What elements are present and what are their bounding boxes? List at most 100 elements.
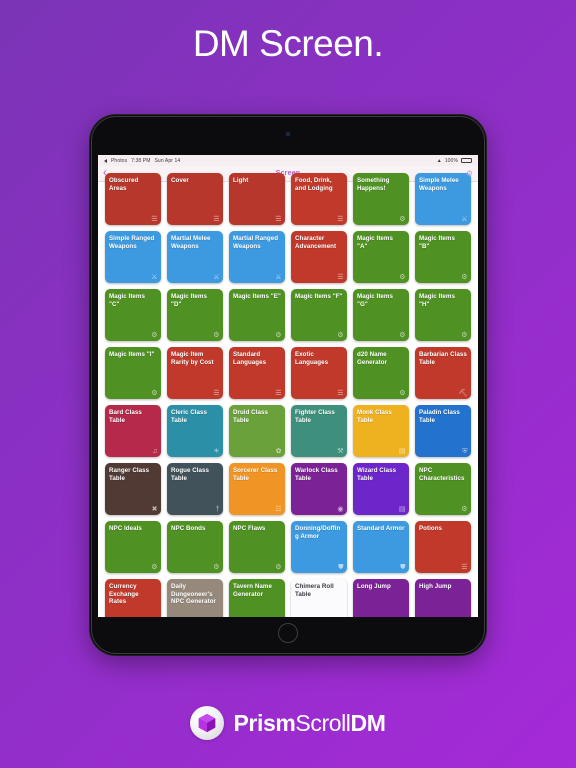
tile-daily-dungeoneers-npc-generator[interactable]: Daily Dungeoneer's NPC Generator⚙: [167, 579, 223, 617]
tile-exotic-languages[interactable]: Exotic Languages ☰: [291, 347, 347, 399]
tile-label: Magic Items "D": [171, 293, 207, 308]
battery-percent-label: 100%: [444, 157, 458, 164]
tile-label: Magic Items "E": [233, 293, 281, 300]
sword-icon: ⚔: [151, 273, 158, 281]
tile-label: Magic Items "C": [109, 293, 145, 308]
status-time: 7:38 PM: [131, 157, 151, 164]
tile-martial-ranged-weapons[interactable]: Martial Ranged Weapons ⚔: [229, 231, 285, 283]
tile-npc-bonds[interactable]: NPC Bonds ⚙: [167, 521, 223, 573]
tile-monk-class-table[interactable]: Monk Class Table ▤: [353, 405, 409, 457]
battery-full-icon: [461, 157, 472, 164]
tile-magic-items-d[interactable]: Magic Items "D" ⚙: [167, 289, 223, 341]
tile-chimera-roll-table[interactable]: Chimera Roll Table◆: [291, 579, 347, 617]
gear-icon[interactable]: ⚙: [466, 169, 473, 178]
tile-label: Wizard Class Table: [357, 467, 397, 482]
device-screen: Photos 7:38 PM Sun Apr 14 ▲ 100% ‹ Scree…: [98, 155, 478, 617]
tile-martial-melee-weapons[interactable]: Martial Melee Weapons ⚔: [167, 231, 223, 283]
tile-paladin-class-table[interactable]: Paladin Class Table ⛨: [415, 405, 471, 457]
tile-character-advancement[interactable]: Character Advancement ☰: [291, 231, 347, 283]
tile-magic-items-c[interactable]: Magic Items "C" ⚙: [105, 289, 161, 341]
status-bar: Photos 7:38 PM Sun Apr 14 ▲ 100%: [98, 155, 478, 166]
gear-icon: ⚙: [213, 563, 220, 571]
tile-label: Simple Ranged Weapons: [109, 235, 155, 250]
tile-potions[interactable]: Potions ☰: [415, 521, 471, 573]
tile-simple-melee-weapons[interactable]: Simple Melee Weapons ⚔: [415, 173, 471, 225]
gear-icon: ⚙: [461, 505, 468, 513]
tile-barbarian-class-table[interactable]: Barbarian Class Table ⛏: [415, 347, 471, 399]
status-back-app-label: Photos: [111, 157, 128, 164]
tile-cleric-class-table[interactable]: Cleric Class Table ☀: [167, 405, 223, 457]
leaf-icon: ✿: [275, 447, 282, 455]
gear-icon: ⚙: [151, 389, 158, 397]
tile-cover[interactable]: Cover ☰: [167, 173, 223, 225]
gear-icon: ⚙: [275, 563, 282, 571]
tile-label: Long Jump: [357, 583, 391, 590]
tile-label: NPC Bonds: [171, 525, 206, 532]
gear-icon: ⚙: [399, 389, 406, 397]
tile-magic-item-rarity-by-cost[interactable]: Magic Item Rarity by Cost ☰: [167, 347, 223, 399]
tile-magic-items-e[interactable]: Magic Items "E" ⚙: [229, 289, 285, 341]
gear-icon: ⚙: [151, 331, 158, 339]
tile-magic-items-i[interactable]: Magic Items "I" ⚙: [105, 347, 161, 399]
wifi-icon: ▲: [436, 157, 442, 164]
tile-label: Character Advancement: [295, 235, 337, 250]
tile-label: Cover: [171, 177, 189, 184]
tile-label: Magic Items "H": [419, 293, 455, 308]
tile-label: Magic Items "A": [357, 235, 393, 250]
tile-npc-characteristics[interactable]: NPC Characteristics ⚙: [415, 463, 471, 515]
prism-hexagon-icon: [190, 706, 225, 740]
sword-icon: ⚔: [461, 215, 468, 223]
tile-bard-class-table[interactable]: Bard Class Table ♫: [105, 405, 161, 457]
brand-wordmark: PrismScrollDM: [233, 709, 386, 736]
sword-icon: ⚔: [213, 273, 220, 281]
tile-label: Daily Dungeoneer's NPC Generator: [171, 583, 217, 606]
tile-magic-items-h[interactable]: Magic Items "H" ⚙: [415, 289, 471, 341]
tile-ranger-class-table[interactable]: Ranger Class Table ✖: [105, 463, 161, 515]
tile-long-jump[interactable]: Long Jump▯: [353, 579, 409, 617]
tile-sorcerer-class-table[interactable]: Sorcerer Class Table ☲: [229, 463, 285, 515]
tile-standard-armor[interactable]: Standard Armor ⛊: [353, 521, 409, 573]
tile-light[interactable]: Light ☰: [229, 173, 285, 225]
tile-something-happens[interactable]: Something Happens! ⚙: [353, 173, 409, 225]
tile-wizard-class-table[interactable]: Wizard Class Table ▤: [353, 463, 409, 515]
brand-part-dm: DM: [350, 709, 386, 736]
tile-fighter-class-table[interactable]: Fighter Class Table ⚒: [291, 405, 347, 457]
tile-tavern-name-generator[interactable]: Tavern Name Generator⚙: [229, 579, 285, 617]
gear-icon: ⚙: [213, 331, 220, 339]
tile-magic-items-g[interactable]: Magic Items "G" ⚙: [353, 289, 409, 341]
table-icon: ☰: [275, 389, 282, 397]
tile-label: Food, Drink, and Lodging: [295, 177, 333, 192]
tile-label: Exotic Languages: [295, 351, 329, 366]
gear-icon: ⚙: [399, 215, 406, 223]
tile-label: Rogue Class Table: [171, 467, 210, 482]
tile-warlock-class-table[interactable]: Warlock Class Table ◉: [291, 463, 347, 515]
tile-rogue-class-table[interactable]: Rogue Class Table †: [167, 463, 223, 515]
tile-simple-ranged-weapons[interactable]: Simple Ranged Weapons ⚔: [105, 231, 161, 283]
tile-high-jump[interactable]: High Jump▯: [415, 579, 471, 617]
tile-npc-flaws[interactable]: NPC Flaws ⚙: [229, 521, 285, 573]
tile-label: Barbarian Class Table: [419, 351, 467, 366]
tile-currency-exchange-rates[interactable]: Currency Exchange Rates☰: [105, 579, 161, 617]
tile-magic-items-b[interactable]: Magic Items "B" ⚙: [415, 231, 471, 283]
status-bar-left[interactable]: Photos 7:38 PM Sun Apr 14: [104, 158, 180, 164]
table-icon: ☰: [275, 215, 282, 223]
tile-magic-items-f[interactable]: Magic Items "F" ⚙: [291, 289, 347, 341]
tile-label: Fighter Class Table: [295, 409, 335, 424]
tile-label: Bard Class Table: [109, 409, 142, 424]
tile-d20-name-generator[interactable]: d20 Name Generator ⚙: [353, 347, 409, 399]
tile-standard-languages[interactable]: Standard Languages ☰: [229, 347, 285, 399]
table-icon: ☰: [151, 215, 158, 223]
tile-magic-items-a[interactable]: Magic Items "A" ⚙: [353, 231, 409, 283]
tile-food-drink-and-lodging[interactable]: Food, Drink, and Lodging ☰: [291, 173, 347, 225]
tile-label: Magic Items "B": [419, 235, 455, 250]
tile-druid-class-table[interactable]: Druid Class Table ✿: [229, 405, 285, 457]
tile-label: Ranger Class Table: [109, 467, 150, 482]
tile-npc-ideals[interactable]: NPC Ideals ⚙: [105, 521, 161, 573]
gear-icon: ⚙: [275, 331, 282, 339]
tile-label: Warlock Class Table: [295, 467, 338, 482]
tile-label: NPC Characteristics: [419, 467, 465, 482]
tile-donning-doffing-armor[interactable]: Donning/Doffing Armor ⛊: [291, 521, 347, 573]
tile-obscured-areas[interactable]: Obscured Areas ☰: [105, 173, 161, 225]
lute-icon: ♫: [152, 447, 158, 455]
home-button[interactable]: [278, 623, 298, 643]
